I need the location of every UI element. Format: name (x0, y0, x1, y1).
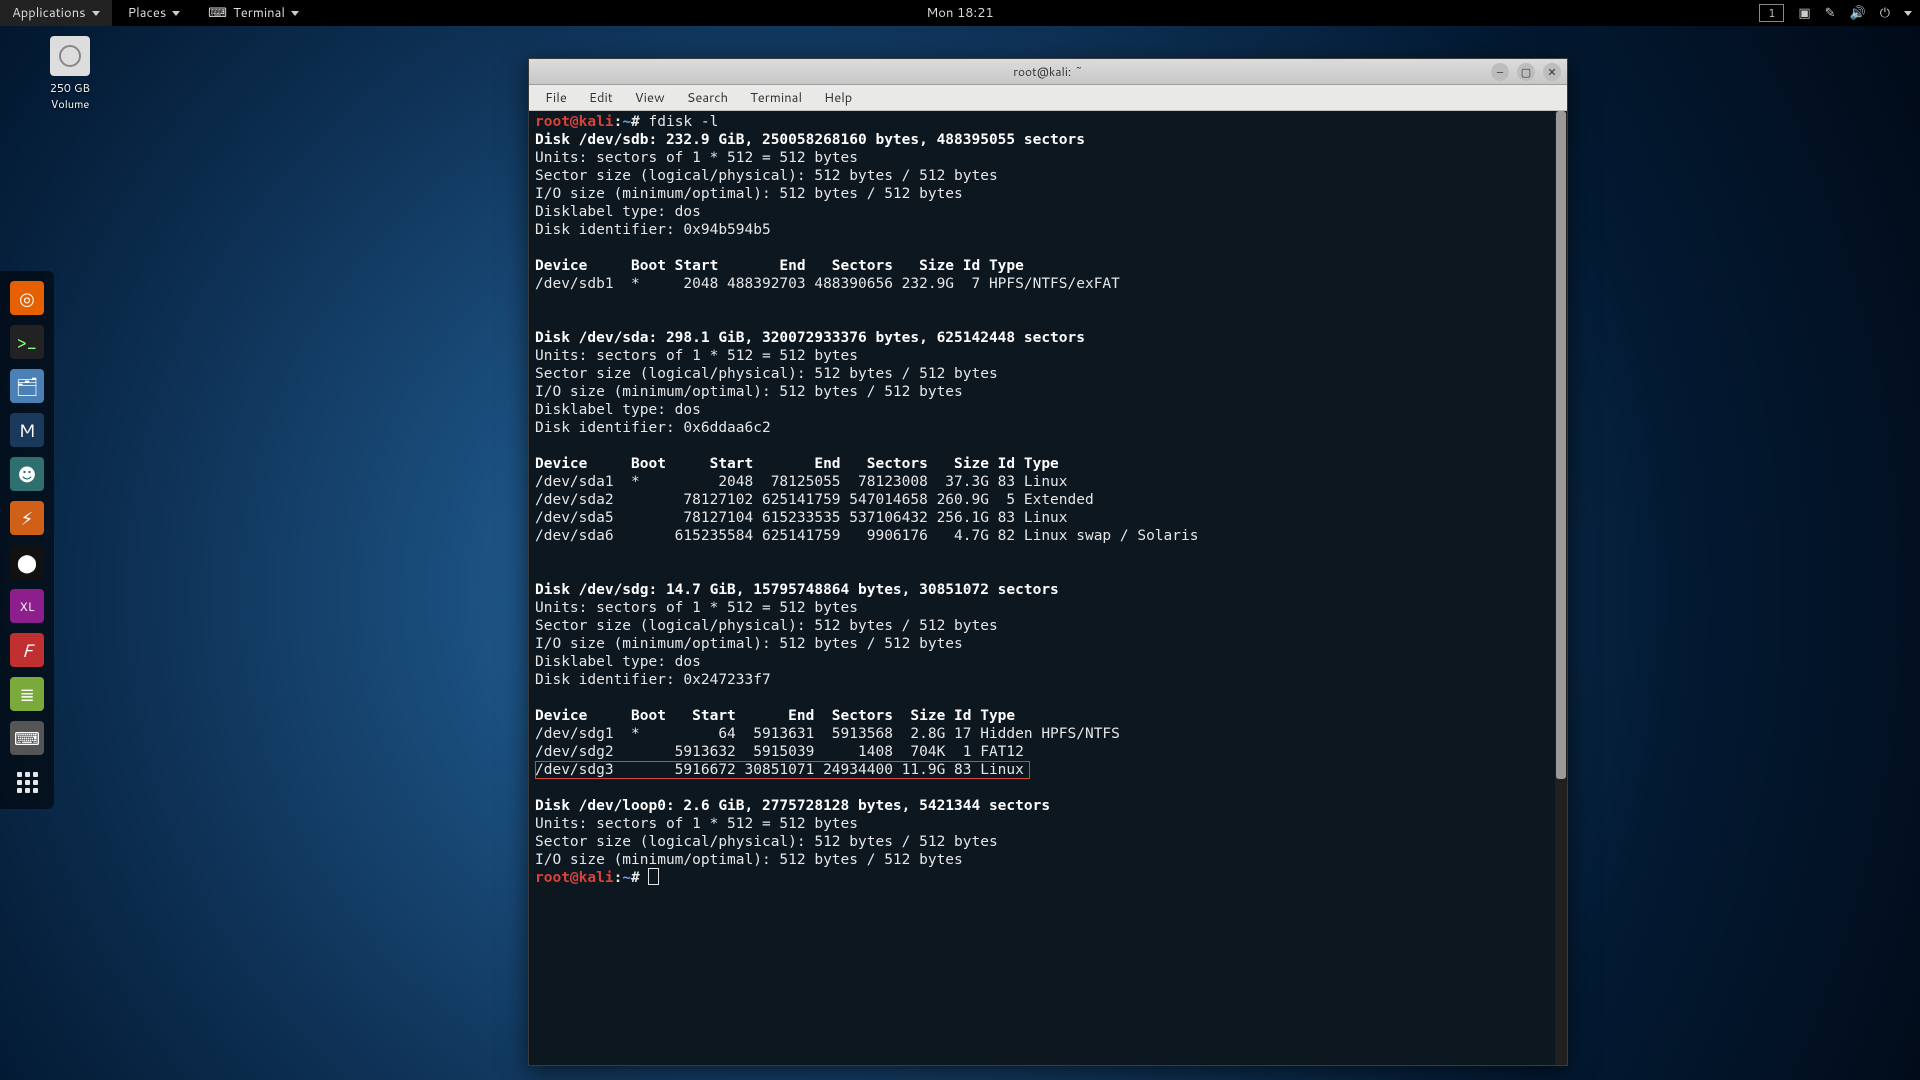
caret-down-icon (172, 11, 180, 16)
sdg-row: /dev/sdg1 * 64 5913631 5913568 2.8G 17 H… (535, 726, 1120, 742)
titlebar[interactable]: root@kali: ~ – ▢ ✕ (529, 59, 1567, 85)
clock-label: Mon 18:21 (926, 4, 993, 22)
places-label: Places (128, 4, 167, 22)
dock-armitage[interactable]: ☻ (10, 457, 44, 491)
desktop-volume-icon[interactable]: 250 GB Volume (30, 36, 110, 112)
sdg-table-head: Device Boot Start End Sectors Size Id Ty… (535, 708, 1015, 724)
applications-menu[interactable]: Applications (0, 0, 112, 26)
dock-tool[interactable]: XL (10, 589, 44, 623)
terminal-icon: ⌨ (208, 4, 227, 22)
dock-burp[interactable]: ⚡ (10, 501, 44, 535)
maximize-button[interactable]: ▢ (1517, 63, 1535, 81)
terminal-output[interactable]: root@kali:~# fdisk -l Disk /dev/sdb: 232… (529, 111, 1555, 1065)
menu-edit[interactable]: Edit (579, 86, 623, 110)
disk-icon (50, 36, 90, 76)
places-menu[interactable]: Places (116, 0, 193, 26)
disk-sda-header: Disk /dev/sda: 298.1 GiB, 320072933376 b… (535, 330, 1085, 346)
command: fdisk -l (649, 114, 719, 130)
dock-terminal[interactable]: >_ (10, 325, 44, 359)
window-title: root@kali: ~ (1013, 63, 1082, 80)
color-picker-icon[interactable]: ✎ (1825, 4, 1836, 22)
caret-down-icon (291, 11, 299, 16)
menubar: File Edit View Search Terminal Help (529, 85, 1567, 111)
prompt-path: ~ (622, 870, 631, 886)
applications-label: Applications (12, 4, 86, 22)
prompt-host: root@kali (535, 114, 614, 130)
dock-recorder[interactable]: ⬤ (10, 545, 44, 579)
disk-loop0-header: Disk /dev/loop0: 2.6 GiB, 2775728128 byt… (535, 798, 1050, 814)
sdb-row: /dev/sdb1 * 2048 488392703 488390656 232… (535, 276, 1120, 292)
dock-firefox[interactable]: ◎ (10, 281, 44, 315)
current-app-label: Terminal (233, 4, 285, 22)
menu-terminal[interactable]: Terminal (740, 86, 812, 110)
caret-down-icon (1904, 11, 1912, 16)
volume-size-label: 250 GB (30, 80, 110, 96)
apps-grid-icon (17, 772, 38, 793)
sdg-row: /dev/sdg2 5913632 5915039 1408 704K 1 FA… (535, 744, 1024, 760)
menu-search[interactable]: Search (677, 86, 738, 110)
sda-row: /dev/sda1 * 2048 78125055 78123008 37.3G… (535, 474, 1068, 490)
sda-table-head: Device Boot Start End Sectors Size Id Ty… (535, 456, 1059, 472)
dock-apps-grid[interactable] (10, 765, 44, 799)
dock-metasploit[interactable]: M (10, 413, 44, 447)
disk-sdb-header: Disk /dev/sdb: 232.9 GiB, 250058268160 b… (535, 132, 1085, 148)
top-panel: Applications Places ⌨ Terminal Mon 18:21… (0, 0, 1920, 26)
dock-notes[interactable]: ≣ (10, 677, 44, 711)
clock[interactable]: Mon 18:21 (914, 0, 1005, 26)
sda-row: /dev/sda5 78127104 615233535 537106432 2… (535, 510, 1068, 526)
menu-help[interactable]: Help (814, 86, 862, 110)
power-icon[interactable]: ⏻ (1880, 4, 1890, 22)
sda-row: /dev/sda6 615235584 625141759 9906176 4.… (535, 528, 1198, 544)
terminal-body[interactable]: root@kali:~# fdisk -l Disk /dev/sdb: 232… (529, 111, 1567, 1065)
scrollbar-thumb[interactable] (1556, 111, 1566, 779)
scrollbar[interactable] (1555, 111, 1567, 1065)
current-app-indicator[interactable]: ⌨ Terminal (196, 0, 311, 26)
sda-row: /dev/sda2 78127102 625141759 547014658 2… (535, 492, 1094, 508)
close-button[interactable]: ✕ (1543, 63, 1561, 81)
workspace-indicator[interactable]: 1 (1759, 4, 1784, 22)
minimize-button[interactable]: – (1491, 63, 1509, 81)
sdg-row-highlighted: /dev/sdg3 5916672 30851071 24934400 11.9… (535, 761, 1030, 779)
dock-faraday[interactable]: F (10, 633, 44, 667)
prompt-host: root@kali (535, 870, 614, 886)
menu-view[interactable]: View (625, 86, 675, 110)
terminal-window: root@kali: ~ – ▢ ✕ File Edit View Search… (528, 58, 1568, 1066)
cursor-icon (649, 869, 658, 884)
dock: ◎ >_ 🗂 M ☻ ⚡ ⬤ XL F ≣ ⌨ (0, 271, 54, 809)
disk-sdg-header: Disk /dev/sdg: 14.7 GiB, 15795748864 byt… (535, 582, 1059, 598)
video-icon[interactable]: ▣ (1798, 4, 1810, 22)
prompt-path: ~ (622, 114, 631, 130)
volume-label: Volume (30, 96, 110, 112)
sdb-table-head: Device Boot Start End Sectors Size Id Ty… (535, 258, 1024, 274)
dock-keyboard[interactable]: ⌨ (10, 721, 44, 755)
dock-files[interactable]: 🗂 (10, 369, 44, 403)
menu-file[interactable]: File (535, 86, 577, 110)
volume-icon[interactable]: 🔊 (1850, 4, 1866, 22)
caret-down-icon (92, 11, 100, 16)
